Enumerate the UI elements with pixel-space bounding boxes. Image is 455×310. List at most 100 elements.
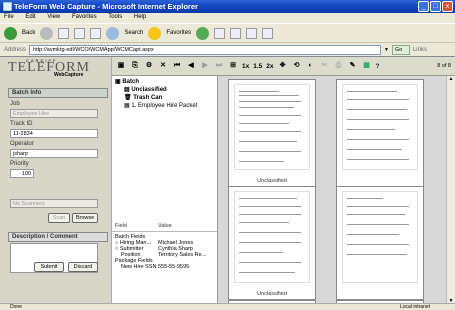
discard-button[interactable]: Discard [68,262,98,272]
thumbnail[interactable] [336,186,424,300]
zone-text: Local intranet [400,304,431,310]
delete-icon[interactable]: ✕ [158,61,168,71]
menu-view[interactable]: View [47,14,60,20]
print-icon[interactable] [230,27,242,39]
vertical-scrollbar[interactable]: ▲ ▼ [446,76,455,304]
next-page-icon[interactable]: ▶ [200,61,210,71]
thumbnail-label: Unclassified [257,178,287,184]
menu-help[interactable]: Help [134,14,146,20]
field-value[interactable]: 555-55-9595 [158,264,189,270]
status-bar: Done Local intranet [0,303,455,310]
batch-info-header: Batch Info [8,88,108,98]
status-text: Done [10,304,22,310]
scan-button[interactable]: Scan [48,213,70,223]
star-icon[interactable] [148,26,162,40]
image-icon[interactable]: ▦ [362,61,372,71]
paste-icon[interactable]: ⎙ [334,61,344,71]
copy-icon[interactable]: ⎘ [130,61,140,71]
links-label[interactable]: Links [413,47,427,53]
menu-edit[interactable]: Edit [25,14,35,20]
tree-unclassified[interactable]: ▤ Unclassified [124,86,167,93]
browser-toolbar: Back Search Favorites [0,23,455,43]
zoom-2x-button[interactable]: 2x [266,63,273,70]
page-image [342,84,418,170]
discuss-icon[interactable] [262,27,274,39]
left-panel: CARDIFF TELEFORM WebCapture Batch Info J… [0,57,112,304]
fields-grid: Field Value Batch Fields ○ Hiring Man...… [112,219,217,304]
tree-batch[interactable]: ▣ Batch [115,78,139,85]
annotate-icon[interactable]: ✎ [348,61,358,71]
thumbnail[interactable]: Unclassified [228,186,316,300]
settings-icon[interactable]: ⚙ [144,61,154,71]
select-tool-icon[interactable]: ▣ [116,61,126,71]
prev-page-icon[interactable]: ◀ [186,61,196,71]
last-page-icon[interactable]: ⏭ [214,61,224,71]
job-label: Job [10,101,20,107]
thumbnail[interactable]: Unclassified [228,79,316,187]
track-id-label: Track ID [10,121,33,127]
cut-icon[interactable]: ✂ [320,61,330,71]
adjust-icon[interactable]: ◐ [306,61,316,71]
back-arrow-icon[interactable] [4,26,17,40]
title-bar: TeleForm Web Capture - Microsoft Interne… [0,0,455,13]
maximize-button[interactable]: □ [430,1,441,12]
back-button[interactable]: Back [22,30,35,36]
field-value[interactable]: Territory Sales Re... [158,252,206,258]
priority-label: Priority [10,161,29,167]
teleform-logo: CARDIFF TELEFORM WebCapture [8,57,108,79]
value-column-header: Value [158,223,172,229]
search-icon[interactable] [106,26,120,40]
thumbnail-label: Unclassified [257,291,287,297]
operator-label: Operator [10,141,34,147]
address-label: Address [4,46,27,53]
first-page-icon[interactable]: ⏮ [172,61,182,71]
mail-icon[interactable] [214,27,226,39]
page-image [342,191,418,283]
zoom-15x-button[interactable]: 1.5 [253,63,262,70]
help-button[interactable]: ? [376,63,380,70]
history-icon[interactable] [196,26,210,40]
menu-favorites[interactable]: Favorites [72,14,97,20]
refresh-icon[interactable] [74,27,86,39]
pan-icon[interactable]: ✥ [278,61,288,71]
favorites-button[interactable]: Favorites [166,30,191,36]
window-title: TeleForm Web Capture - Microsoft Interne… [14,2,198,11]
page-image [234,191,310,283]
grid-divider [112,231,217,232]
thumbnail[interactable] [336,79,424,187]
logo-webcapture: WebCapture [54,72,84,78]
minimize-button[interactable]: _ [418,1,429,12]
zoom-1x-button[interactable]: 1x [242,63,249,70]
menu-file[interactable]: File [4,14,14,20]
address-bar: Address http://avmktg-edl/WCO/WCMApp/WCM… [0,43,455,56]
field-column-header: Field [115,223,127,229]
address-dropdown-icon[interactable]: ▼ [384,47,389,53]
operator-field[interactable]: jsharp [10,149,98,158]
edit-icon[interactable] [246,27,258,39]
batch-tree: ▣ Batch ▤ Unclassified 🗑 Trash Can ▦ 1. … [112,76,217,219]
priority-field[interactable]: 100 [10,169,34,178]
search-button[interactable]: Search [124,30,143,36]
close-button[interactable]: x [442,1,453,12]
forward-arrow-icon[interactable] [40,26,54,40]
tree-trash[interactable]: 🗑 Trash Can [124,94,162,101]
viewer-area: ▣ ⎘ ⚙ ✕ ⏮ ◀ ▶ ⏭ ⊞ 1x 1.5 2x ✥ ⟲ ◐ ✂ ⎙ ✎ … [112,57,455,304]
browse-button[interactable]: Browse [72,213,98,223]
fit-icon[interactable]: ⊞ [228,61,238,71]
job-select[interactable]: Employee Hire [10,109,98,118]
rotate-icon[interactable]: ⟲ [292,61,302,71]
thumbnail-pane: Unclassified Unclassified [217,76,455,304]
tree-packet[interactable]: ▦ 1. Employee Hire Packet [124,102,198,109]
menu-tools[interactable]: Tools [108,14,122,20]
track-id-field[interactable]: 11-2834 [10,129,98,138]
page-counter: 8 of 8 [437,63,451,69]
address-input[interactable]: http://avmktg-edl/WCO/WCMApp/WCMCapt.asp… [29,44,382,55]
stop-icon[interactable] [58,27,70,39]
go-button[interactable]: Go [391,44,410,55]
home-icon[interactable] [90,27,102,39]
scroll-up-icon[interactable]: ▲ [447,76,455,82]
menu-bar: File Edit View Favorites Tools Help [0,13,455,23]
field-name: New Hire SSN [121,264,157,270]
scanner-select[interactable]: No Scanners [10,199,98,208]
submit-button[interactable]: Submit [34,262,64,272]
